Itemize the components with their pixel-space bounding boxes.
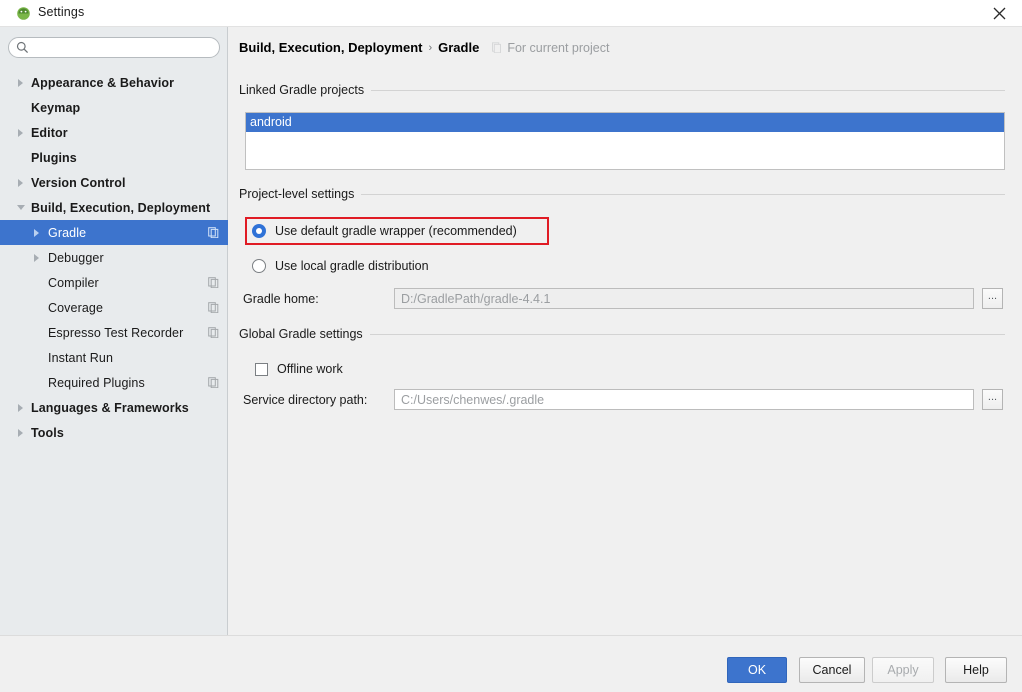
gradle-home-label: Gradle home: xyxy=(243,292,319,306)
sidebar-item-label: Gradle xyxy=(48,225,87,240)
sidebar-item-label: Plugins xyxy=(31,150,77,165)
sidebar-item-debugger[interactable]: Debugger xyxy=(0,245,228,270)
sidebar-item-appearance-behavior[interactable]: Appearance & Behavior xyxy=(0,70,228,95)
settings-tree: Appearance & Behavior Keymap Editor Plugins… xyxy=(0,70,228,445)
radio-label: Use default gradle wrapper (recommended) xyxy=(275,224,517,238)
triangle-glyph xyxy=(34,228,39,237)
help-button[interactable]: Help xyxy=(945,657,1007,683)
triangle-glyph xyxy=(18,128,23,137)
gradle-home-browse-button[interactable]: ... xyxy=(982,288,1003,309)
project-level-group-label: Project-level settings xyxy=(239,187,355,201)
settings-content-panel: Build, Execution, Deployment › Gradle Fo… xyxy=(229,27,1022,635)
sidebar-item-espresso-test-recorder[interactable]: Espresso Test Recorder xyxy=(0,320,228,345)
linked-projects-group-header: Linked Gradle projects xyxy=(239,83,1005,97)
global-settings-group-label: Global Gradle settings xyxy=(239,327,363,341)
sidebar-item-required-plugins[interactable]: Required Plugins xyxy=(0,370,228,395)
group-divider xyxy=(361,193,1005,195)
sidebar-item-label: Compiler xyxy=(48,275,99,290)
gradle-home-input[interactable] xyxy=(394,288,974,309)
linked-projects-group-label: Linked Gradle projects xyxy=(239,83,365,97)
sidebar-item-languages-frameworks[interactable]: Languages & Frameworks xyxy=(0,395,228,420)
copy-settings-icon[interactable] xyxy=(208,377,219,389)
group-divider xyxy=(371,89,1005,91)
project-scope-icon xyxy=(491,42,502,54)
sidebar-item-coverage[interactable]: Coverage xyxy=(0,295,228,320)
sidebar-item-tools[interactable]: Tools xyxy=(0,420,228,445)
sidebar-item-label: Instant Run xyxy=(48,350,114,365)
chevron-right-icon[interactable] xyxy=(15,127,26,138)
sidebar-item-label: Build, Execution, Deployment xyxy=(31,200,211,215)
chevron-right-icon[interactable] xyxy=(15,177,26,188)
radio-default-gradle-wrapper[interactable]: Use default gradle wrapper (recommended) xyxy=(252,224,517,238)
triangle-glyph xyxy=(18,78,23,87)
breadcrumb-scope-text: For current project xyxy=(507,40,610,55)
sidebar-item-label: Required Plugins xyxy=(48,375,145,390)
breadcrumb-parent: Build, Execution, Deployment xyxy=(239,40,423,55)
android-studio-icon xyxy=(16,6,31,21)
cancel-button[interactable]: Cancel xyxy=(799,657,865,683)
sidebar-item-editor[interactable]: Editor xyxy=(0,120,228,145)
sidebar-item-label: Tools xyxy=(31,425,64,440)
sidebar-item-version-control[interactable]: Version Control xyxy=(0,170,228,195)
chevron-right-icon[interactable] xyxy=(15,77,26,88)
triangle-glyph xyxy=(34,253,39,262)
radio-indicator[interactable] xyxy=(252,224,266,238)
close-button[interactable] xyxy=(977,0,1022,27)
service-directory-browse-button[interactable]: ... xyxy=(982,389,1003,410)
breadcrumb-separator: › xyxy=(428,41,433,54)
radio-local-gradle-distribution[interactable]: Use local gradle distribution xyxy=(252,259,429,273)
copy-settings-icon[interactable] xyxy=(208,227,219,239)
sidebar-item-gradle[interactable]: Gradle xyxy=(0,220,228,245)
list-item[interactable]: android xyxy=(246,113,1004,132)
sidebar-item-keymap[interactable]: Keymap xyxy=(0,95,228,120)
sidebar-item-label: Debugger xyxy=(48,250,104,265)
checkbox-offline-work[interactable]: Offline work xyxy=(255,362,343,376)
apply-button: Apply xyxy=(872,657,934,683)
chevron-right-icon[interactable] xyxy=(31,252,42,263)
sidebar-item-label: Keymap xyxy=(31,100,81,115)
sidebar-item-label: Espresso Test Recorder xyxy=(48,325,184,340)
triangle-glyph xyxy=(18,428,23,437)
sidebar-item-label: Editor xyxy=(31,125,68,140)
title-bar: Settings xyxy=(0,0,1022,27)
radio-label: Use local gradle distribution xyxy=(275,259,429,273)
close-icon xyxy=(993,7,1006,20)
sidebar-item-label: Coverage xyxy=(48,300,103,315)
global-settings-group-header: Global Gradle settings xyxy=(239,327,1005,341)
triangle-glyph xyxy=(18,178,23,187)
triangle-glyph xyxy=(18,403,23,412)
triangle-glyph xyxy=(16,205,25,210)
chevron-right-icon[interactable] xyxy=(15,427,26,438)
settings-dialog: Settings Appearance & Behavior Keymap Edit… xyxy=(0,0,1022,692)
breadcrumb: Build, Execution, Deployment › Gradle Fo… xyxy=(239,40,609,55)
breadcrumb-current: Gradle xyxy=(438,40,480,55)
copy-settings-icon[interactable] xyxy=(208,302,219,314)
linked-projects-list[interactable]: android xyxy=(245,112,1005,170)
sidebar-item-label: Languages & Frameworks xyxy=(31,400,189,415)
sidebar-item-label: Appearance & Behavior xyxy=(31,75,175,90)
radio-indicator[interactable] xyxy=(252,259,266,273)
ok-button[interactable]: OK xyxy=(727,657,787,683)
copy-settings-icon[interactable] xyxy=(208,277,219,289)
sidebar-item-compiler[interactable]: Compiler xyxy=(0,270,228,295)
group-divider xyxy=(369,333,1005,335)
service-directory-input[interactable] xyxy=(394,389,974,410)
sidebar-item-label: Version Control xyxy=(31,175,126,190)
checkbox-indicator[interactable] xyxy=(255,362,268,376)
chevron-down-icon[interactable] xyxy=(15,202,26,213)
sidebar-item-plugins[interactable]: Plugins xyxy=(0,145,228,170)
sidebar-item-instant-run[interactable]: Instant Run xyxy=(0,345,228,370)
copy-settings-icon[interactable] xyxy=(208,327,219,339)
chevron-right-icon[interactable] xyxy=(15,402,26,413)
dialog-footer: OK Cancel Apply Help xyxy=(0,635,1022,692)
search-box[interactable] xyxy=(8,37,220,58)
checkbox-label: Offline work xyxy=(277,362,343,376)
search-input[interactable] xyxy=(8,37,220,58)
project-level-group-header: Project-level settings xyxy=(239,187,1005,201)
service-directory-label: Service directory path: xyxy=(243,393,368,407)
sidebar-item-build-execution-deployment[interactable]: Build, Execution, Deployment xyxy=(0,195,228,220)
window-title: Settings xyxy=(38,5,85,19)
settings-sidebar: Appearance & Behavior Keymap Editor Plugins… xyxy=(0,27,228,635)
chevron-right-icon[interactable] xyxy=(31,227,42,238)
